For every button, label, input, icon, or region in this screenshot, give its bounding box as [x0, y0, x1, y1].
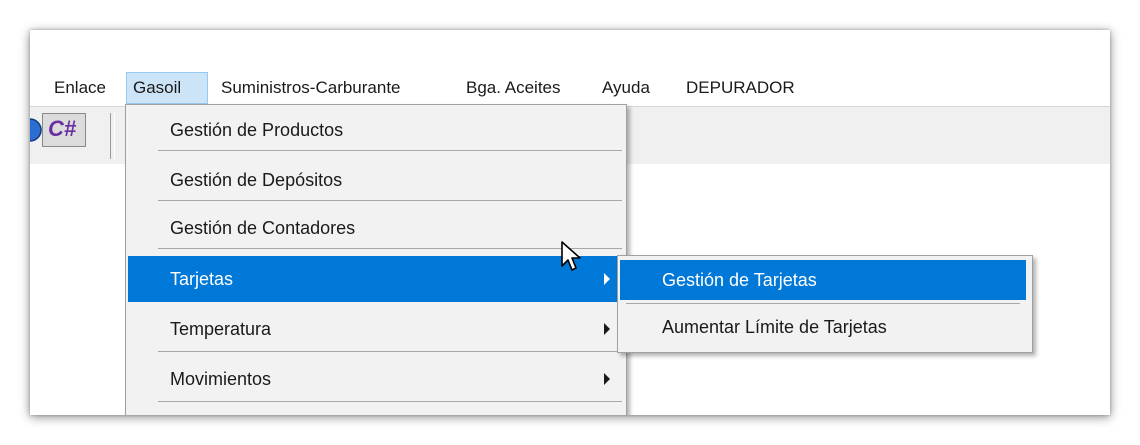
menu-item-gestion-tarjetas[interactable]: Gestión de Tarjetas — [620, 260, 1026, 300]
menu-item-aumentar-limite-tarjetas[interactable]: Aumentar Límite de Tarjetas — [620, 306, 1026, 348]
submenu-arrow-icon — [604, 273, 610, 285]
menu-separator — [158, 200, 622, 201]
menu-item-movimientos[interactable]: Movimientos — [128, 356, 622, 402]
menu-item-temperatura-label: Temperatura — [170, 319, 272, 339]
toolbar-separator — [110, 113, 115, 159]
application-window: Enlace Gasoil Suministros-Carburante Bga… — [30, 30, 1110, 415]
menu-gasoil[interactable]: Gasoil — [126, 72, 208, 104]
menu-item-movimientos-label: Movimientos — [170, 369, 272, 389]
menu-item-temperatura[interactable]: Temperatura — [128, 306, 622, 352]
csharp-icon: C# — [48, 116, 77, 141]
menu-enlace[interactable]: Enlace — [48, 72, 112, 104]
menu-separator — [158, 150, 622, 151]
tarjetas-submenu: Gestión de Tarjetas Aumentar Límite de T… — [617, 255, 1033, 353]
menu-item-gestion-contadores[interactable]: Gestión de Contadores — [128, 205, 622, 251]
submenu-arrow-icon — [604, 373, 610, 385]
menu-item-tarjetas-label: Tarjetas — [170, 269, 234, 289]
menu-ayuda[interactable]: Ayuda — [596, 72, 656, 104]
menu-separator — [158, 248, 622, 249]
csharp-button[interactable]: C# — [42, 113, 86, 147]
gasoil-menu: Gestión de Productos Gestión de Depósito… — [125, 104, 627, 415]
mouse-cursor-icon — [561, 241, 581, 271]
menu-separator — [158, 351, 622, 352]
menu-item-tarjetas[interactable]: Tarjetas — [128, 256, 622, 302]
menu-item-gestion-productos[interactable]: Gestión de Productos — [128, 107, 622, 153]
menu-suministros-carburante[interactable]: Suministros-Carburante — [215, 72, 407, 104]
menu-item-gestion-depositos[interactable]: Gestión de Depósitos — [128, 157, 622, 203]
menu-bga-aceites[interactable]: Bga. Aceites — [460, 72, 567, 104]
menu-separator — [158, 401, 622, 402]
menu-depurador[interactable]: DEPURADOR — [680, 72, 801, 104]
menu-bar: Enlace Gasoil Suministros-Carburante Bga… — [30, 72, 1110, 104]
menu-separator — [626, 303, 1020, 304]
submenu-arrow-icon — [604, 323, 610, 335]
